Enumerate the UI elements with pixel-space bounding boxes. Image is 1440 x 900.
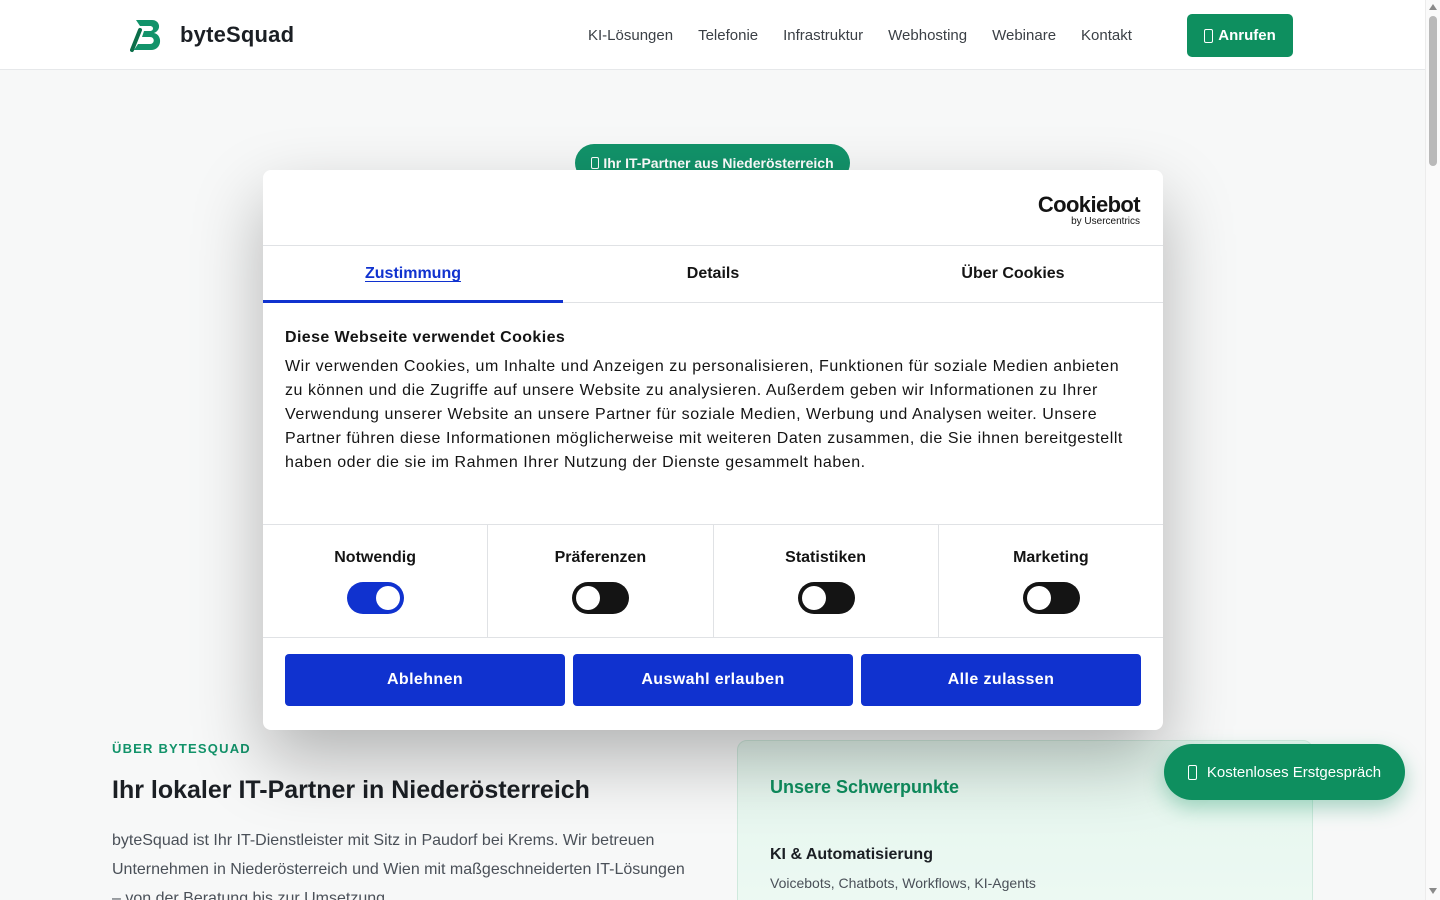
consultation-cta-label: Kostenloses Erstgespräch xyxy=(1206,763,1382,781)
cookie-dialog-header: Cookiebot by Usercentrics xyxy=(263,170,1163,246)
category-statistiken: Statistiken xyxy=(714,525,939,637)
cookie-categories: Notwendig Präferenzen Statistiken Market… xyxy=(263,525,1163,638)
consultation-cta-button[interactable]: Kostenloses Erstgespräch xyxy=(1164,744,1405,800)
cookie-dialog: Cookiebot by Usercentrics Zustimmung Det… xyxy=(263,170,1163,730)
cookie-heading: Diese Webseite verwendet Cookies xyxy=(285,329,566,346)
cookie-actions: Ablehnen Auswahl erlauben Alle zulassen xyxy=(263,638,1163,706)
category-marketing: Marketing xyxy=(939,525,1163,637)
scroll-up-arrow-icon[interactable] xyxy=(1429,4,1437,10)
allow-selection-button[interactable]: Auswahl erlauben xyxy=(573,654,853,706)
cookiebot-brand: Cookiebot xyxy=(1037,192,1141,217)
toggle-knob xyxy=(801,586,826,610)
cookiebot-brand-sub: by Usercentrics xyxy=(1071,216,1140,227)
category-label: Statistiken xyxy=(785,549,867,566)
toggle-notwendig[interactable] xyxy=(347,582,405,614)
toggle-marketing[interactable] xyxy=(1022,582,1080,614)
toggle-knob xyxy=(1026,586,1051,610)
category-label: Präferenzen xyxy=(554,549,647,566)
phone-icon xyxy=(1187,764,1197,780)
category-label: Notwendig xyxy=(334,549,416,566)
tab-details[interactable]: Details xyxy=(563,246,863,302)
toggle-knob xyxy=(376,586,401,610)
allow-all-button[interactable]: Alle zulassen xyxy=(861,654,1141,706)
scroll-down-arrow-icon[interactable] xyxy=(1429,888,1437,894)
decline-button[interactable]: Ablehnen xyxy=(285,654,565,706)
tab-zustimmung[interactable]: Zustimmung xyxy=(263,246,563,303)
cookie-text: Wir verwenden Cookies, um Inhalte und An… xyxy=(285,358,1123,471)
toggle-knob xyxy=(576,586,601,610)
tab-ueber-cookies[interactable]: Über Cookies xyxy=(863,246,1163,302)
category-label: Marketing xyxy=(1013,549,1089,566)
cookiebot-logo[interactable]: Cookiebot by Usercentrics xyxy=(1037,192,1141,227)
toggle-praeferenzen[interactable] xyxy=(572,582,630,614)
page-scrollbar[interactable] xyxy=(1425,0,1440,900)
toggle-statistiken[interactable] xyxy=(797,582,855,614)
category-praeferenzen: Präferenzen xyxy=(488,525,714,637)
cookie-body: Diese Webseite verwendet Cookies Wir ver… xyxy=(263,303,1163,525)
cookie-tabs: Zustimmung Details Über Cookies xyxy=(263,246,1163,303)
category-notwendig: Notwendig xyxy=(263,525,489,637)
scrollbar-thumb[interactable] xyxy=(1429,16,1437,166)
